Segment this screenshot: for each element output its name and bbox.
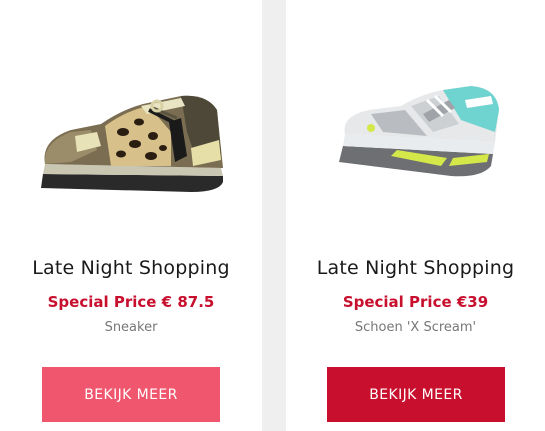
sneaker-icon	[41, 95, 223, 192]
product-card: Late Night Shopping Special Price € 87.5…	[0, 0, 262, 431]
product-title[interactable]: Late Night Shopping	[286, 257, 545, 279]
bekijk-meer-button[interactable]: BEKIJK MEER	[327, 367, 505, 422]
product-price: Special Price € 87.5	[47, 293, 215, 311]
leopard-sneaker-image[interactable]	[0, 70, 262, 220]
running-shoe-image[interactable]	[286, 70, 545, 220]
product-grid: Late Night Shopping Special Price € 87.5…	[0, 0, 545, 431]
product-price: Special Price €39	[342, 293, 489, 311]
product-title[interactable]: Late Night Shopping	[0, 257, 262, 279]
product-subtitle: Sneaker	[104, 320, 158, 335]
product-subtitle: Schoen 'X Scream'	[354, 320, 477, 335]
running-shoe-icon	[338, 86, 499, 177]
product-card: Late Night Shopping Special Price €39 Sc…	[286, 0, 545, 431]
bekijk-meer-button[interactable]: BEKIJK MEER	[42, 367, 220, 422]
